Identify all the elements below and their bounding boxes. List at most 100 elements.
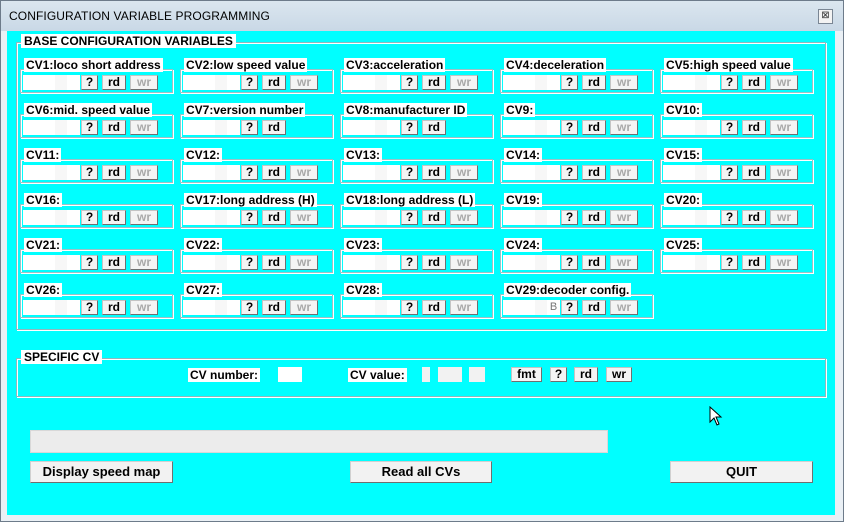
cv-value-field[interactable] xyxy=(503,120,535,135)
cv-write-button[interactable]: wr xyxy=(610,255,638,270)
cv-value-field[interactable] xyxy=(183,165,215,180)
cv-hex-field[interactable] xyxy=(375,255,387,270)
cv-format-field[interactable] xyxy=(67,255,80,270)
cv-read-button[interactable]: rd xyxy=(262,120,286,135)
cv-hex-field[interactable] xyxy=(55,300,67,315)
cv-write-button[interactable]: wr xyxy=(130,300,158,315)
cv-query-button[interactable]: ? xyxy=(81,120,98,135)
cv-value-field[interactable] xyxy=(663,255,695,270)
cv-format-field[interactable] xyxy=(227,300,240,315)
cv-query-button[interactable]: ? xyxy=(721,255,738,270)
cv-hex-field[interactable] xyxy=(215,75,227,90)
cv-query-button[interactable]: ? xyxy=(81,75,98,90)
specific-read-button[interactable]: rd xyxy=(574,367,598,382)
cv-format-field[interactable] xyxy=(227,75,240,90)
cv-read-button[interactable]: rd xyxy=(582,120,606,135)
cv-query-button[interactable]: ? xyxy=(401,120,418,135)
cv-hex-field[interactable] xyxy=(215,255,227,270)
cv-format-field[interactable] xyxy=(67,300,80,315)
cv-query-button[interactable]: ? xyxy=(401,75,418,90)
cv-write-button[interactable]: wr xyxy=(450,300,478,315)
cv-read-button[interactable]: rd xyxy=(102,210,126,225)
cv-hex-field[interactable] xyxy=(535,165,547,180)
cv-read-button[interactable]: rd xyxy=(582,300,606,315)
cv-hex-field[interactable] xyxy=(695,210,707,225)
cv-format-field[interactable] xyxy=(227,255,240,270)
cv-format-field[interactable] xyxy=(227,120,240,135)
cv-read-button[interactable]: rd xyxy=(422,165,446,180)
cv-query-button[interactable]: ? xyxy=(241,300,258,315)
cv-hex-field[interactable] xyxy=(535,210,547,225)
specific-write-button[interactable]: wr xyxy=(606,367,632,382)
cv-write-button[interactable]: wr xyxy=(770,210,798,225)
cv-hex-field[interactable] xyxy=(695,120,707,135)
cv-hex-field[interactable] xyxy=(55,255,67,270)
cv-query-button[interactable]: ? xyxy=(81,300,98,315)
cv-value-field[interactable] xyxy=(503,255,535,270)
cv-hex-field[interactable] xyxy=(535,255,547,270)
cv-read-button[interactable]: rd xyxy=(422,75,446,90)
cv-format-field[interactable] xyxy=(707,120,720,135)
cv-write-button[interactable]: wr xyxy=(610,165,638,180)
cv-value-field[interactable] xyxy=(663,120,695,135)
cv-value-field[interactable] xyxy=(503,210,535,225)
cv-value-field[interactable] xyxy=(503,75,535,90)
fmt-button[interactable]: fmt xyxy=(511,367,542,382)
cv-value-field[interactable] xyxy=(343,120,375,135)
cv-write-button[interactable]: wr xyxy=(130,255,158,270)
cv-value-field[interactable] xyxy=(183,300,215,315)
cv-value-field[interactable] xyxy=(343,75,375,90)
cv-query-button[interactable]: ? xyxy=(401,165,418,180)
cv-write-button[interactable]: wr xyxy=(770,255,798,270)
cv-value-field[interactable] xyxy=(343,210,375,225)
read-all-cvs-button[interactable]: Read all CVs xyxy=(350,461,492,483)
cv-query-button[interactable]: ? xyxy=(241,75,258,90)
cv-query-button[interactable]: ? xyxy=(561,210,578,225)
cv-number-input[interactable] xyxy=(278,367,302,382)
cv-write-button[interactable]: wr xyxy=(130,210,158,225)
cv-value-field[interactable] xyxy=(183,75,215,90)
cv-query-button[interactable]: ? xyxy=(241,165,258,180)
cv-value-field[interactable] xyxy=(503,300,535,315)
cv-hex-field[interactable] xyxy=(215,300,227,315)
cv-hex-field[interactable] xyxy=(215,210,227,225)
cv-write-button[interactable]: wr xyxy=(770,120,798,135)
cv-query-button[interactable]: ? xyxy=(401,255,418,270)
cv-read-button[interactable]: rd xyxy=(422,210,446,225)
cv-hex-field[interactable] xyxy=(375,165,387,180)
cv-write-button[interactable]: wr xyxy=(290,210,318,225)
cv-read-button[interactable]: rd xyxy=(422,300,446,315)
quit-button[interactable]: QUIT xyxy=(670,461,813,483)
cv-format-field[interactable] xyxy=(227,165,240,180)
cv-read-button[interactable]: rd xyxy=(742,255,766,270)
cv-read-button[interactable]: rd xyxy=(742,120,766,135)
cv-format-field[interactable] xyxy=(67,210,80,225)
cv-format-field[interactable] xyxy=(707,75,720,90)
cv-query-button[interactable]: ? xyxy=(241,255,258,270)
cv-write-button[interactable]: wr xyxy=(290,75,318,90)
cv-query-button[interactable]: ? xyxy=(561,75,578,90)
cv-format-field[interactable] xyxy=(707,255,720,270)
cv-value-field[interactable] xyxy=(23,255,55,270)
cv-value-field[interactable] xyxy=(23,165,55,180)
cv-format-field[interactable] xyxy=(547,210,560,225)
cv-write-button[interactable]: wr xyxy=(290,300,318,315)
cv-read-button[interactable]: rd xyxy=(422,120,446,135)
cv-write-button[interactable]: wr xyxy=(130,120,158,135)
cv-format-field[interactable] xyxy=(707,165,720,180)
cv-read-button[interactable]: rd xyxy=(262,255,286,270)
cv-value-field[interactable] xyxy=(23,300,55,315)
cv-write-button[interactable]: wr xyxy=(450,165,478,180)
cv-query-button[interactable]: ? xyxy=(561,165,578,180)
display-speed-map-button[interactable]: Display speed map xyxy=(30,461,173,483)
cv-value-field[interactable] xyxy=(663,210,695,225)
cv-write-button[interactable]: wr xyxy=(450,210,478,225)
cv-hex-field[interactable] xyxy=(695,165,707,180)
cv-query-button[interactable]: ? xyxy=(81,165,98,180)
cv-value-field[interactable] xyxy=(23,120,55,135)
cv-value-field[interactable] xyxy=(343,300,375,315)
cv-value-bits-input[interactable] xyxy=(438,367,462,382)
cv-query-button[interactable]: ? xyxy=(241,120,258,135)
cv-read-button[interactable]: rd xyxy=(262,75,286,90)
cv-format-field[interactable] xyxy=(387,120,400,135)
